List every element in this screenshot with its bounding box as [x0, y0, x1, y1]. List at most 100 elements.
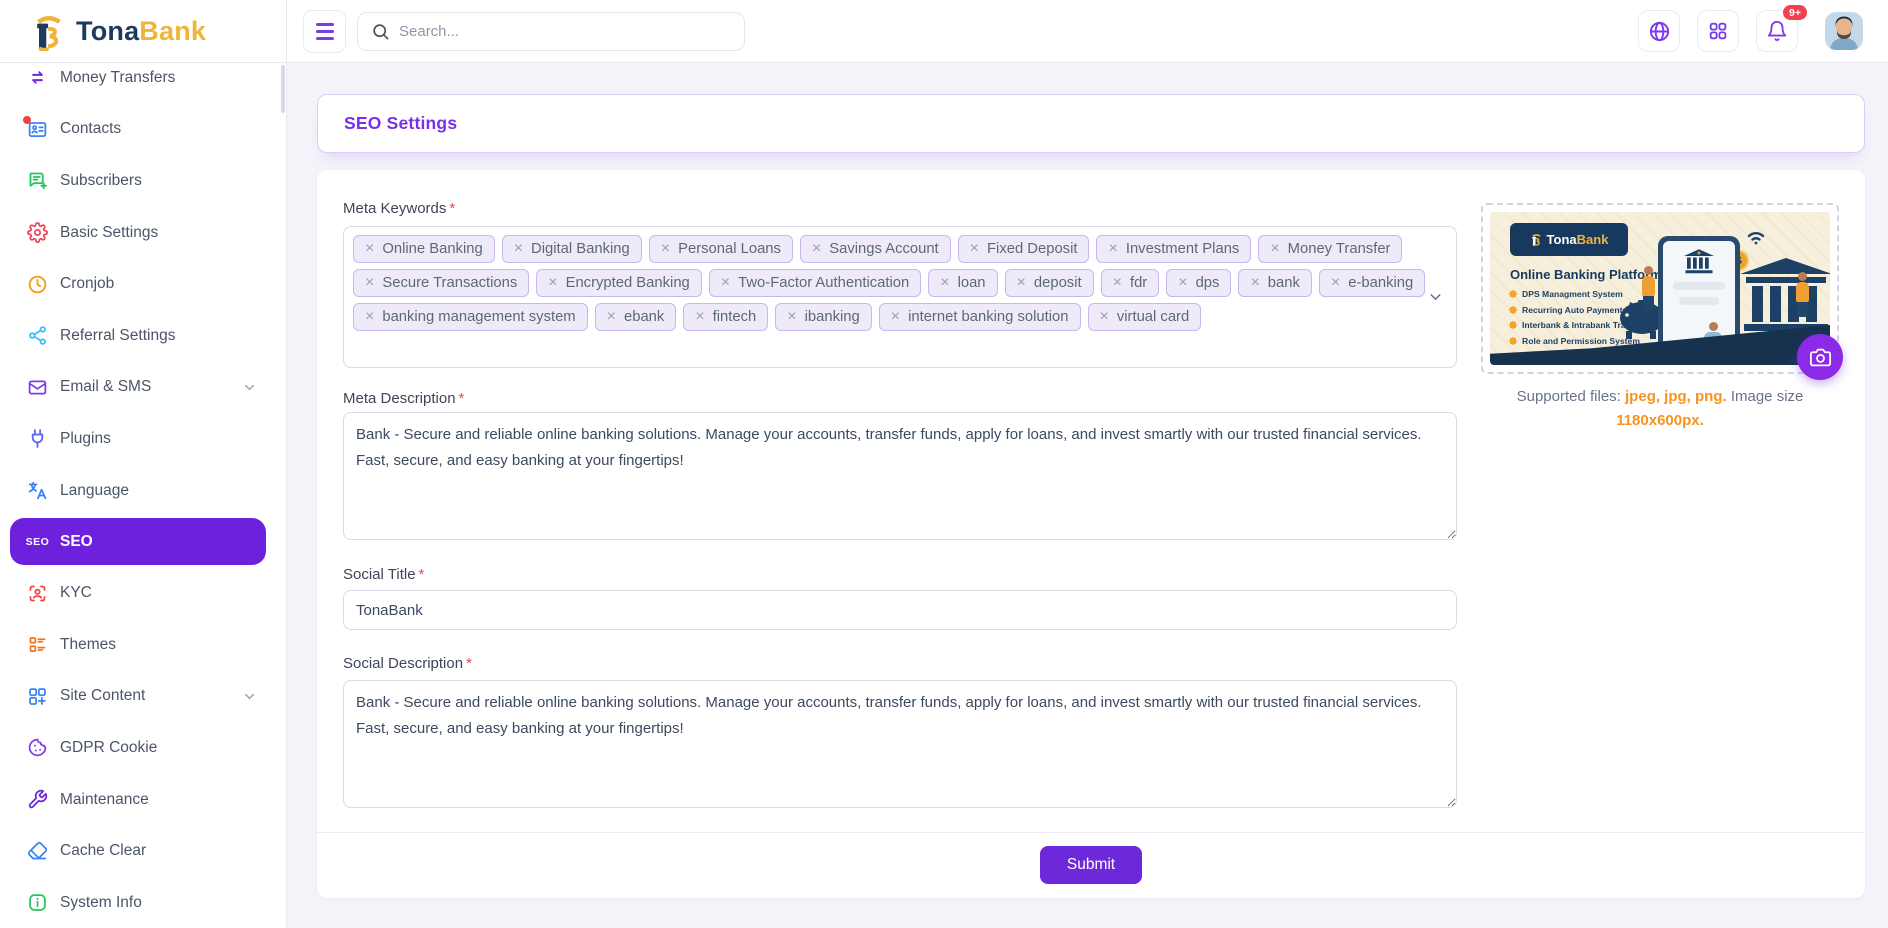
remove-keyword-icon[interactable]: × [1331, 275, 1340, 291]
remove-keyword-icon[interactable]: × [365, 309, 374, 325]
remove-keyword-icon[interactable]: × [695, 309, 704, 325]
apps-menu-button[interactable] [1697, 10, 1739, 52]
sidebar-item-cache-clear[interactable]: Cache Clear [0, 825, 286, 877]
header-actions: 9+ [1638, 10, 1863, 52]
language-globe-button[interactable] [1638, 10, 1680, 52]
meta-keywords-label: Meta Keywords* [343, 200, 455, 217]
keyword-tag[interactable]: ×Fixed Deposit [958, 235, 1090, 263]
keywords-expand-chevron-icon[interactable] [1427, 289, 1444, 306]
keyword-tag[interactable]: ×Savings Account [800, 235, 951, 263]
keyword-tag[interactable]: ×virtual card [1088, 303, 1202, 331]
keyword-tag[interactable]: × Investment Plans [1096, 235, 1251, 263]
search-input[interactable] [399, 23, 731, 40]
remove-keyword-icon[interactable]: × [365, 241, 374, 257]
keyword-tag[interactable]: ×Encrypted Banking [536, 269, 702, 297]
hamburger-icon [316, 23, 334, 26]
sidebar-item-cronjob[interactable]: Cronjob [0, 258, 286, 310]
remove-keyword-icon[interactable]: × [548, 275, 557, 291]
meta-keywords-input[interactable]: × Online Banking ×Digital Banking ×Person… [343, 226, 1457, 368]
keyword-tag[interactable]: ×Money Transfer [1258, 235, 1402, 263]
sidebar-item-money-transfers[interactable]: Money Transfers [0, 63, 286, 104]
change-image-button[interactable] [1797, 334, 1843, 380]
keyword-tag[interactable]: ×ibanking [775, 303, 871, 331]
star-bullet-icon [1510, 322, 1516, 328]
keyword-tag[interactable]: ×dps [1166, 269, 1231, 297]
sidebar-item-contacts[interactable]: Contacts [0, 104, 286, 156]
sidebar-item-label: GDPR Cookie [60, 739, 157, 757]
sidebar-item-system-info[interactable]: System Info [0, 877, 286, 928]
sidebar-item-plugins[interactable]: Plugins [0, 413, 286, 465]
brand-logo-icon [30, 11, 68, 51]
remove-keyword-icon[interactable]: × [1113, 275, 1122, 291]
seo-image-dropzone[interactable]: TonaBank Online Banking Platform DPS Man… [1481, 203, 1839, 374]
global-search[interactable] [357, 12, 745, 51]
layout-list-icon [27, 634, 48, 655]
remove-keyword-icon[interactable]: × [661, 241, 670, 257]
sidebar-item-seo[interactable]: SEO SEO [10, 518, 266, 565]
sidebar-item-themes[interactable]: Themes [0, 619, 286, 671]
social-description-textarea[interactable]: Bank - Secure and reliable online bankin… [343, 680, 1457, 808]
sidebar-item-email-sms[interactable]: Email & SMS [0, 362, 286, 414]
contacts-alert-dot [23, 116, 31, 124]
keyword-tag[interactable]: ×fintech [683, 303, 768, 331]
keyword-label: bank [1268, 275, 1300, 291]
sidebar-item-maintenance[interactable]: Maintenance [0, 774, 286, 826]
remove-keyword-icon[interactable]: × [891, 309, 900, 325]
sidebar-item-gdpr-cookie[interactable]: GDPR Cookie [0, 722, 286, 774]
remove-keyword-icon[interactable]: × [970, 241, 979, 257]
keyword-tag[interactable]: ×internet banking solution [879, 303, 1081, 331]
clock-icon [27, 274, 48, 295]
social-title-label: Social Title* [343, 566, 424, 583]
keyword-tag[interactable]: ×fdr [1101, 269, 1160, 297]
keyword-tag[interactable]: × Online Banking [353, 235, 495, 263]
user-avatar[interactable] [1825, 12, 1863, 50]
social-description-label: Social Description* [343, 655, 472, 672]
social-title-input[interactable] [343, 590, 1457, 630]
remove-keyword-icon[interactable]: × [812, 241, 821, 257]
form-footer-divider [317, 832, 1865, 833]
sidebar-item-site-content[interactable]: Site Content [0, 671, 286, 723]
bank-building-illustration [1740, 258, 1830, 336]
remove-keyword-icon[interactable]: × [940, 275, 949, 291]
remove-keyword-icon[interactable]: × [514, 241, 523, 257]
keyword-tag[interactable]: × banking management system [353, 303, 588, 331]
remove-keyword-icon[interactable]: × [721, 275, 730, 291]
notifications-button[interactable]: 9+ [1756, 10, 1798, 52]
remove-keyword-icon[interactable]: × [1270, 241, 1279, 257]
sidebar-item-basic-settings[interactable]: Basic Settings [0, 207, 286, 259]
meta-description-textarea[interactable]: Bank - Secure and reliable online bankin… [343, 412, 1457, 540]
remove-keyword-icon[interactable]: × [1108, 241, 1117, 257]
keyword-tag[interactable]: ×loan [928, 269, 997, 297]
keyword-label: banking management system [382, 309, 575, 325]
remove-keyword-icon[interactable]: × [787, 309, 796, 325]
remove-keyword-icon[interactable]: × [607, 309, 616, 325]
sidebar-item-label: Contacts [60, 120, 121, 138]
page-title-card: SEO Settings [317, 94, 1865, 153]
remove-keyword-icon[interactable]: × [1178, 275, 1187, 291]
keyword-tag[interactable]: ×Digital Banking [502, 235, 642, 263]
remove-keyword-icon[interactable]: × [1250, 275, 1259, 291]
sidebar-item-subscribers[interactable]: Subscribers [0, 155, 286, 207]
sidebar-item-kyc[interactable]: KYC [0, 567, 286, 619]
sidebar-item-language[interactable]: Language [0, 465, 286, 517]
keyword-label: Investment Plans [1126, 241, 1240, 257]
remove-keyword-icon[interactable]: × [365, 275, 374, 291]
keyword-tag[interactable]: ×Personal Loans [649, 235, 793, 263]
sidebar-toggle-button[interactable] [303, 10, 346, 53]
keyword-tag[interactable]: ×Secure Transactions [353, 269, 529, 297]
eraser-icon [27, 841, 48, 862]
remove-keyword-icon[interactable]: × [1100, 309, 1109, 325]
brand-logo[interactable]: TonaBank [30, 11, 206, 51]
keyword-tag[interactable]: ×deposit [1005, 269, 1094, 297]
cookie-icon [27, 737, 48, 758]
top-header: TonaBank 9+ [0, 0, 1888, 63]
keyword-tag[interactable]: ×Two-Factor Authentication [709, 269, 921, 297]
keyword-tag[interactable]: ×e-banking [1319, 269, 1425, 297]
keyword-tag[interactable]: ×ebank [595, 303, 677, 331]
keyword-label: Online Banking [382, 241, 482, 257]
remove-keyword-icon[interactable]: × [1017, 275, 1026, 291]
submit-button[interactable]: Submit [1040, 846, 1142, 884]
logo-zone: TonaBank [0, 0, 287, 62]
keyword-tag[interactable]: × bank [1238, 269, 1311, 297]
sidebar-item-referral-settings[interactable]: Referral Settings [0, 310, 286, 362]
